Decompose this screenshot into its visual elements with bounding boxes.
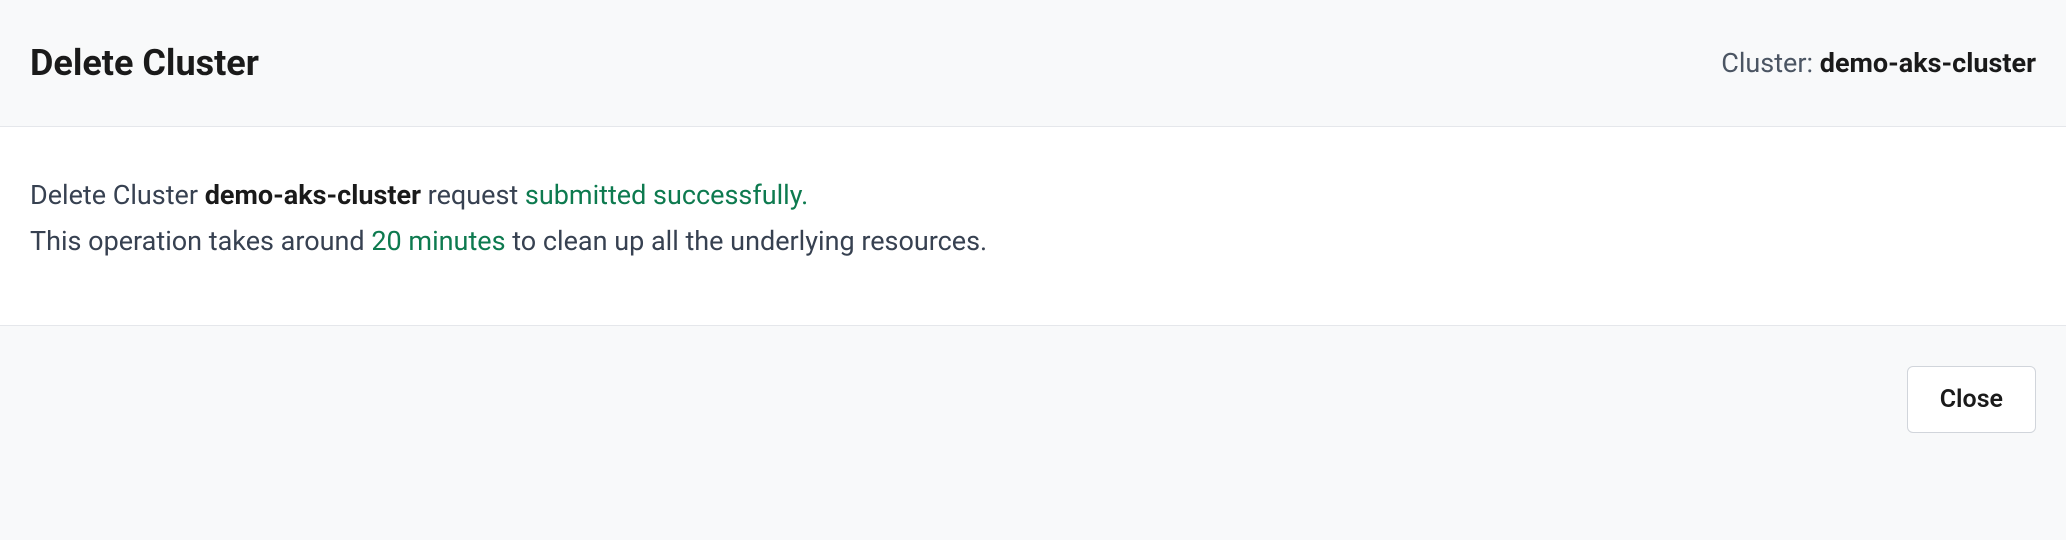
message-prefix: Delete Cluster (30, 179, 205, 211)
dialog-footer: Close (0, 326, 2066, 473)
message-duration: 20 minutes (371, 225, 505, 257)
message-success-status: submitted successfully. (525, 179, 808, 211)
cluster-label: Cluster: (1721, 47, 1820, 79)
cluster-name: demo-aks-cluster (1820, 47, 2036, 79)
message-line2-suffix: to clean up all the underlying resources… (506, 225, 988, 257)
message-line2-prefix: This operation takes around (30, 225, 371, 257)
status-message-line-2: This operation takes around 20 minutes t… (30, 219, 2036, 265)
close-button[interactable]: Close (1907, 366, 2036, 433)
status-message-line-1: Delete Cluster demo-aks-cluster request … (30, 173, 2036, 219)
cluster-info: Cluster: demo-aks-cluster (1721, 47, 2036, 79)
message-mid: request (421, 179, 525, 211)
dialog-header: Delete Cluster Cluster: demo-aks-cluster (0, 0, 2066, 127)
dialog-title: Delete Cluster (30, 42, 259, 84)
dialog-content: Delete Cluster demo-aks-cluster request … (0, 127, 2066, 326)
message-cluster-name: demo-aks-cluster (205, 179, 421, 211)
